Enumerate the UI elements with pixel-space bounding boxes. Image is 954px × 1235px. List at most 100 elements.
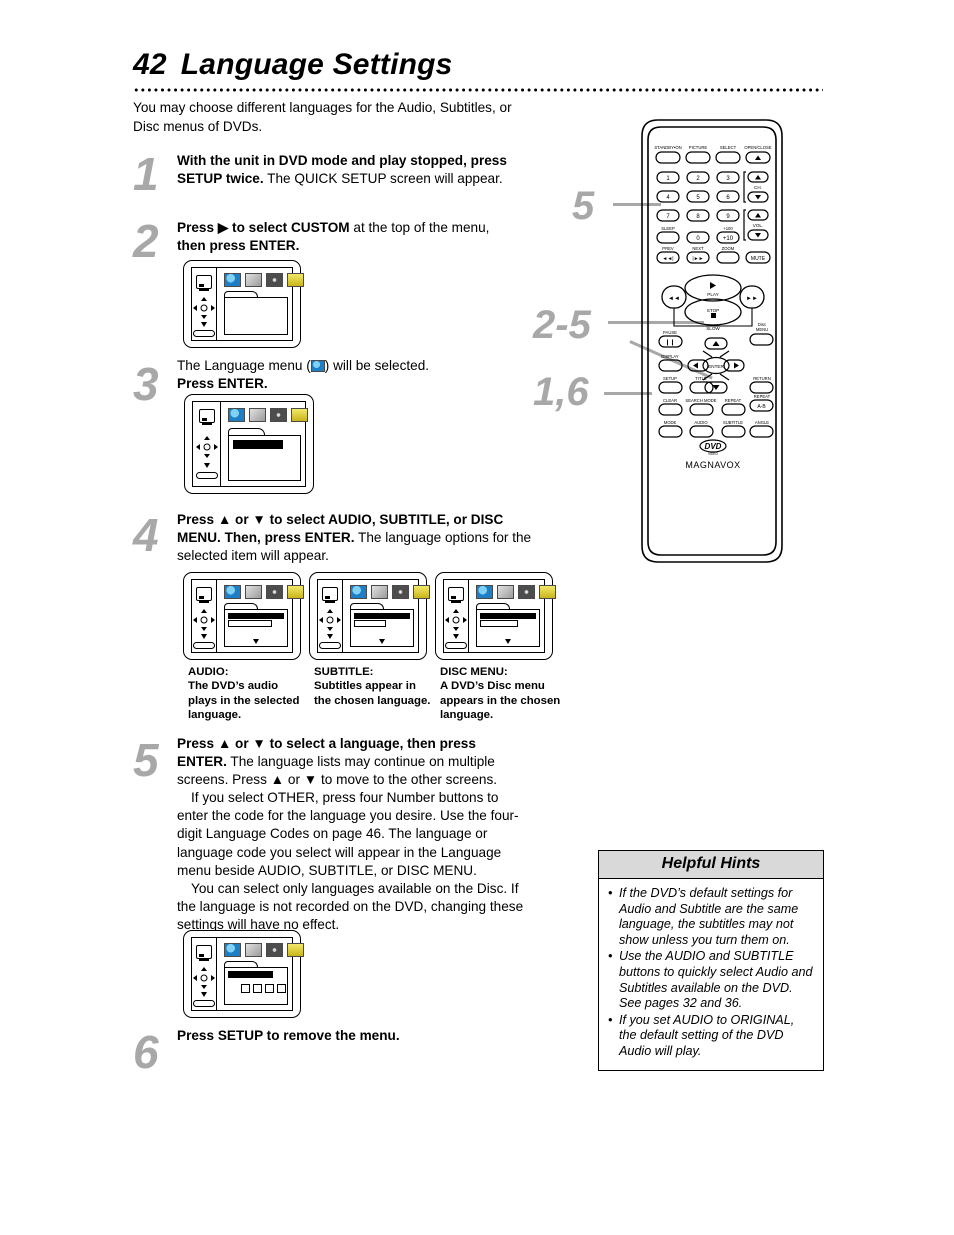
remote-control-diagram: STANDBY•ON PICTURE SELECT OPEN/CLOSE 1 2 3 4… (612, 108, 812, 588)
svg-text:+10: +10 (723, 236, 734, 242)
step-2-bold-b: then press ENTER. (177, 238, 300, 254)
step-5-para-3: You can select only languages available … (177, 880, 524, 932)
svg-text:4: 4 (666, 195, 670, 201)
osd-frame (443, 579, 556, 653)
tv-icon (322, 587, 338, 601)
parental-tab-icon (539, 585, 556, 599)
step-text-5: Press ▲ or ▼ to select a language, then … (177, 735, 529, 934)
osd-sidebar (192, 938, 217, 1010)
svg-text:AUDIO: AUDIO (694, 420, 708, 425)
helpful-hints-body: • If the DVD’s default settings for Audi… (599, 879, 823, 1070)
osd-content-panel (476, 609, 540, 647)
display-tab-icon (249, 408, 266, 422)
osd-highlight-row (228, 971, 273, 978)
hint-text: If the DVD’s default settings for Audio … (619, 886, 799, 947)
osd-tab-row (228, 408, 308, 422)
osd-tab-row (224, 585, 304, 599)
osd-frame (191, 267, 304, 341)
svg-text:CLEAR: CLEAR (663, 398, 677, 403)
osd-highlight-row-audio (228, 620, 272, 627)
osd-content-panel (224, 297, 288, 335)
svg-text:OPEN/CLOSE: OPEN/CLOSE (744, 145, 771, 150)
step-3-lead2: ) will be selected. (324, 358, 430, 373)
down-arrow-icon (201, 992, 207, 997)
hint-item: • Use the AUDIO and SUBTITLE buttons to … (608, 949, 814, 1011)
dpad-icon (193, 297, 215, 319)
svg-text:A-B: A-B (757, 404, 766, 410)
caption-subtitle: SUBTITLE: Subtitles appear in the chosen… (314, 665, 434, 708)
osd-row-top (228, 613, 284, 619)
svg-text:RETURN: RETURN (753, 376, 770, 381)
osd-highlight-row-subtitle (354, 620, 386, 627)
svg-text:❙❙: ❙❙ (665, 339, 675, 346)
step-text-3: The Language menu () will be selected. P… (177, 357, 532, 393)
osd-frame (317, 579, 430, 653)
caption-subtitle-title: SUBTITLE: (314, 666, 374, 678)
osd-sidebar (192, 580, 217, 652)
svg-text:3: 3 (726, 176, 730, 182)
enter-pill-icon (193, 1000, 215, 1007)
svg-text:SELECT: SELECT (720, 145, 737, 150)
osd-more-arrow (505, 639, 511, 644)
page-number: 42 (133, 48, 167, 81)
page-title-text: Language Settings (180, 48, 453, 81)
title-divider (133, 88, 823, 92)
svg-text:VOL.: VOL. (753, 223, 763, 228)
step-number-6: 6 (133, 1026, 159, 1078)
parental-tab-icon (291, 408, 308, 422)
step-text-6: Press SETUP to remove the menu. (177, 1027, 532, 1045)
svg-text:SETUP: SETUP (663, 376, 677, 381)
osd-screen-audio (183, 572, 304, 660)
remote-svg: STANDBY•ON PICTURE SELECT OPEN/CLOSE 1 2 3 4… (641, 119, 783, 563)
language-tab-icon (350, 585, 367, 599)
audio-tab-icon (518, 585, 535, 599)
step-6-bold: Press SETUP to remove the menu. (177, 1028, 400, 1043)
caption-disc-menu-title: DISC MENU: (440, 666, 508, 678)
svg-text:SEARCH MODE: SEARCH MODE (685, 398, 716, 403)
audio-tab-icon (392, 585, 409, 599)
enter-pill-icon (319, 642, 341, 649)
step-2-rest: at the top of the menu, (349, 220, 490, 235)
enter-pill-icon (193, 330, 215, 337)
caption-disc-menu: DISC MENU: A DVD’s Disc menu appears in … (440, 665, 566, 722)
osd-row-top (480, 613, 536, 619)
dpad-icon (193, 609, 215, 631)
svg-text:◄◄: ◄◄ (668, 296, 680, 302)
svg-text:7: 7 (666, 214, 670, 220)
svg-text:ZOOM: ZOOM (722, 246, 735, 251)
svg-text:VIDEO: VIDEO (708, 452, 718, 456)
svg-text:SUBTITLE: SUBTITLE (723, 420, 743, 425)
osd-sidebar (193, 402, 221, 486)
svg-text:►►: ►► (746, 296, 758, 302)
osd-screen-step3 (184, 394, 314, 494)
osd-screen-subtitle (309, 572, 430, 660)
dpad-icon (445, 609, 467, 631)
down-arrow-icon (203, 463, 210, 468)
svg-text:8: 8 (696, 214, 700, 220)
osd-tab-row (350, 585, 430, 599)
language-tab-icon (228, 408, 245, 422)
display-tab-icon (245, 585, 262, 599)
step-number-3: 3 (133, 358, 159, 410)
hint-text: Use the AUDIO and SUBTITLE buttons to qu… (619, 949, 813, 1011)
tv-stand-icon (451, 601, 461, 603)
hint-item: • If you set AUDIO to ORIGINAL, the defa… (608, 1013, 814, 1060)
svg-text:PREV: PREV (662, 246, 674, 251)
parental-tab-icon (287, 585, 304, 599)
language-code-box-4 (277, 984, 286, 993)
tv-stand-icon (199, 959, 209, 961)
display-tab-icon (371, 585, 388, 599)
osd-frame (191, 579, 304, 653)
language-tab-icon (476, 585, 493, 599)
svg-text:PAUSE: PAUSE (663, 330, 677, 335)
step-5-para-2: If you select OTHER, press four Number b… (177, 790, 519, 878)
osd-tab-row (224, 943, 304, 957)
svg-text:PLAY: PLAY (707, 292, 718, 297)
osd-tab-row (476, 585, 556, 599)
svg-text:STOP: STOP (707, 308, 719, 313)
osd-frame (191, 937, 304, 1011)
svg-text:1: 1 (666, 176, 670, 182)
svg-text:DVD: DVD (705, 442, 722, 451)
step-number-2: 2 (133, 215, 159, 267)
audio-tab-icon (266, 273, 283, 287)
